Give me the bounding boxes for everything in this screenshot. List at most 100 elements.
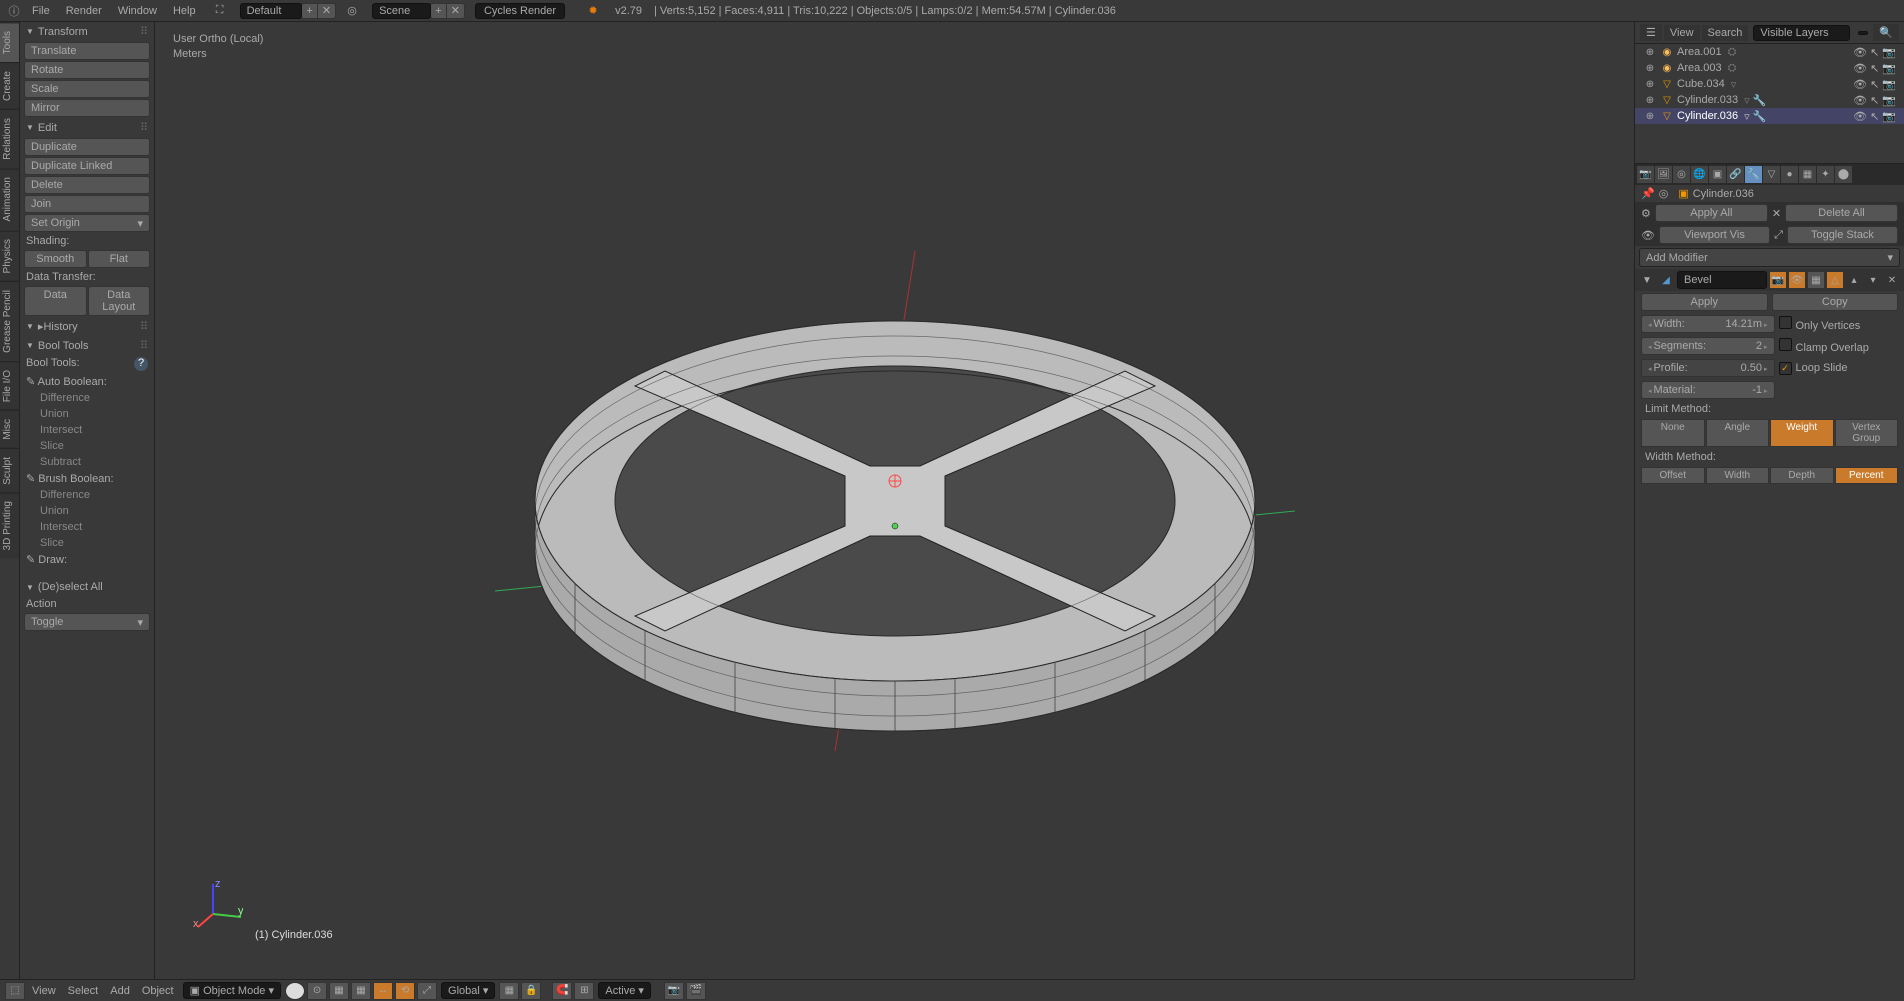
screen-layout-select[interactable]: Default [240, 3, 303, 19]
manipulator-scale-icon[interactable]: ⤢ [417, 982, 437, 1000]
mesh-data-icon[interactable]: ▿ [1731, 78, 1737, 91]
mod-cage-icon[interactable]: △ [1827, 272, 1843, 288]
rotate-button[interactable]: Rotate [24, 61, 150, 79]
menu-file[interactable]: File [24, 5, 58, 17]
selectable-icon[interactable]: ↖ [1870, 78, 1879, 91]
opengl-render-icon[interactable]: 📷 [664, 982, 684, 1000]
limit-vgroup[interactable]: Vertex Group [1835, 419, 1899, 447]
viewport-canvas[interactable] [155, 22, 1634, 979]
wrench-icon[interactable]: 🔧 [1753, 94, 1767, 107]
wrench-icon[interactable]: 🔧 [1753, 110, 1767, 123]
tab-tools[interactable]: Tools [0, 22, 19, 62]
panel-history[interactable]: ▸ History⠿ [20, 317, 154, 336]
expand-icon[interactable]: ⊕ [1643, 45, 1657, 59]
select-menu[interactable]: Select [62, 985, 105, 997]
modifier-header[interactable]: ▼ ◢ Bevel 📷 👁 ▦ △ ▴ ▾ ✕ [1635, 269, 1904, 291]
join-button[interactable]: Join [24, 195, 150, 213]
outliner-view-menu[interactable]: View [1664, 25, 1700, 41]
tab-constraints-icon[interactable]: 🔗 [1727, 166, 1744, 183]
outliner-item[interactable]: ⊕◉ Area.001 ⛭ 👁↖📷 [1635, 44, 1904, 60]
object-menu[interactable]: Object [136, 985, 180, 997]
pin-icon[interactable]: 📌 [1641, 187, 1655, 200]
panel-transform[interactable]: Transform⠿ [20, 22, 154, 41]
visibility-icon[interactable]: 👁 [1853, 46, 1867, 59]
duplicate-button[interactable]: Duplicate [24, 138, 150, 156]
tab-animation[interactable]: Animation [0, 168, 19, 229]
eye-icon[interactable]: 👁 [1641, 229, 1655, 242]
tab-data-icon[interactable]: ▽ [1763, 166, 1780, 183]
panel-deselect-all[interactable]: (De)select All [20, 578, 154, 596]
delete-button[interactable]: Delete [24, 176, 150, 194]
tab-physics[interactable]: Physics [0, 230, 19, 281]
opengl-anim-icon[interactable]: 🎬 [686, 982, 706, 1000]
set-origin-button[interactable]: Set Origin ▾ [24, 214, 150, 232]
tab-3d-printing[interactable]: 3D Printing [0, 492, 19, 558]
bool-union[interactable]: Union [20, 406, 154, 422]
bool-slice[interactable]: Slice [20, 438, 154, 454]
scene-select[interactable]: Scene [372, 3, 431, 19]
menu-render[interactable]: Render [58, 5, 110, 17]
lock-camera-icon[interactable]: 🔒 [521, 982, 541, 1000]
tab-file-io[interactable]: File I/O [0, 361, 19, 410]
toggle-stack-button[interactable]: Toggle Stack [1787, 226, 1898, 244]
panel-bool-tools[interactable]: Bool Tools⠿ [20, 336, 154, 355]
width-depth[interactable]: Depth [1770, 467, 1834, 484]
tab-material-icon[interactable]: ● [1781, 166, 1798, 183]
move-down-icon[interactable]: ▾ [1865, 272, 1881, 288]
visibility-icon[interactable]: 👁 [1853, 62, 1867, 75]
render-icon[interactable]: 📷 [1882, 110, 1896, 123]
mirror-button[interactable]: Mirror [24, 99, 150, 117]
manipulator-rotate-icon[interactable]: ⟲ [395, 982, 415, 1000]
tab-object-icon[interactable]: ▣ [1709, 166, 1726, 183]
width-offset[interactable]: Offset [1641, 467, 1705, 484]
width-percent[interactable]: Percent [1835, 467, 1899, 484]
outliner-item[interactable]: ⊕◉ Area.003 ⛭ 👁↖📷 [1635, 60, 1904, 76]
expand-icon[interactable]: ⊕ [1643, 109, 1657, 123]
tab-grease-pencil[interactable]: Grease Pencil [0, 281, 19, 361]
help-icon[interactable]: ? [134, 357, 148, 371]
tab-misc[interactable]: Misc [0, 410, 19, 448]
clamp-overlap-checkbox[interactable] [1779, 338, 1792, 351]
expand-icon[interactable]: ⊕ [1643, 93, 1657, 107]
panel-edit[interactable]: Edit⠿ [20, 118, 154, 137]
manipulator-translate-icon[interactable]: ↔ [373, 982, 393, 1000]
mode-select[interactable]: ▣ Object Mode ▾ [183, 982, 281, 999]
3d-viewport[interactable]: User Ortho (Local) Meters [155, 22, 1634, 979]
shade-smooth-button[interactable]: Smooth [24, 250, 87, 268]
render-icon[interactable]: 📷 [1882, 46, 1896, 59]
view-menu[interactable]: View [26, 985, 62, 997]
modifier-apply-icon[interactable]: ⚙ [1641, 207, 1651, 220]
limit-weight[interactable]: Weight [1770, 419, 1834, 447]
bevel-segments-field[interactable]: Segments:2 [1641, 337, 1775, 355]
viewport-vis-button[interactable]: Viewport Vis [1659, 226, 1770, 244]
expand-icon[interactable]: ⤢ [1774, 229, 1783, 242]
close-icon[interactable]: ✕ [1772, 207, 1781, 220]
bool-difference[interactable]: Difference [20, 390, 154, 406]
scale-button[interactable]: Scale [24, 80, 150, 98]
visibility-icon[interactable]: 👁 [1853, 110, 1867, 123]
expand-icon[interactable]: ⊕ [1643, 61, 1657, 75]
mod-editmode-icon[interactable]: ▦ [1808, 272, 1824, 288]
modifier-apply-button[interactable]: Apply [1641, 293, 1768, 311]
snap-type-icon[interactable]: ⊞ [574, 982, 594, 1000]
outliner-item[interactable]: ⊕▽ Cylinder.033 ▿ 🔧 👁↖📷 [1635, 92, 1904, 108]
tab-sculpt[interactable]: Sculpt [0, 448, 19, 493]
menu-help[interactable]: Help [165, 5, 204, 17]
transform-orientation[interactable]: Global ▾ [441, 982, 495, 999]
tab-create[interactable]: Create [0, 62, 19, 109]
tab-relations[interactable]: Relations [0, 109, 19, 168]
render-icon[interactable]: 📷 [1882, 62, 1896, 75]
pivot-point-icon[interactable]: ⊙ [307, 982, 327, 1000]
loop-slide-checkbox[interactable] [1779, 362, 1792, 375]
editor-type-icon[interactable]: ⬚ [5, 982, 25, 1000]
outliner-item[interactable]: ⊕▽ Cube.034 ▿ 👁↖📷 [1635, 76, 1904, 92]
width-width[interactable]: Width [1706, 467, 1770, 484]
apply-all-button[interactable]: Apply All [1655, 204, 1768, 222]
brush-intersect[interactable]: Intersect [20, 519, 154, 535]
only-vertices-checkbox[interactable] [1779, 316, 1792, 329]
bevel-material-field[interactable]: Material:-1 [1641, 381, 1775, 399]
duplicate-linked-button[interactable]: Duplicate Linked [24, 157, 150, 175]
add-menu[interactable]: Add [104, 985, 136, 997]
brush-union[interactable]: Union [20, 503, 154, 519]
delete-scene-button[interactable]: ✕ [446, 3, 465, 19]
